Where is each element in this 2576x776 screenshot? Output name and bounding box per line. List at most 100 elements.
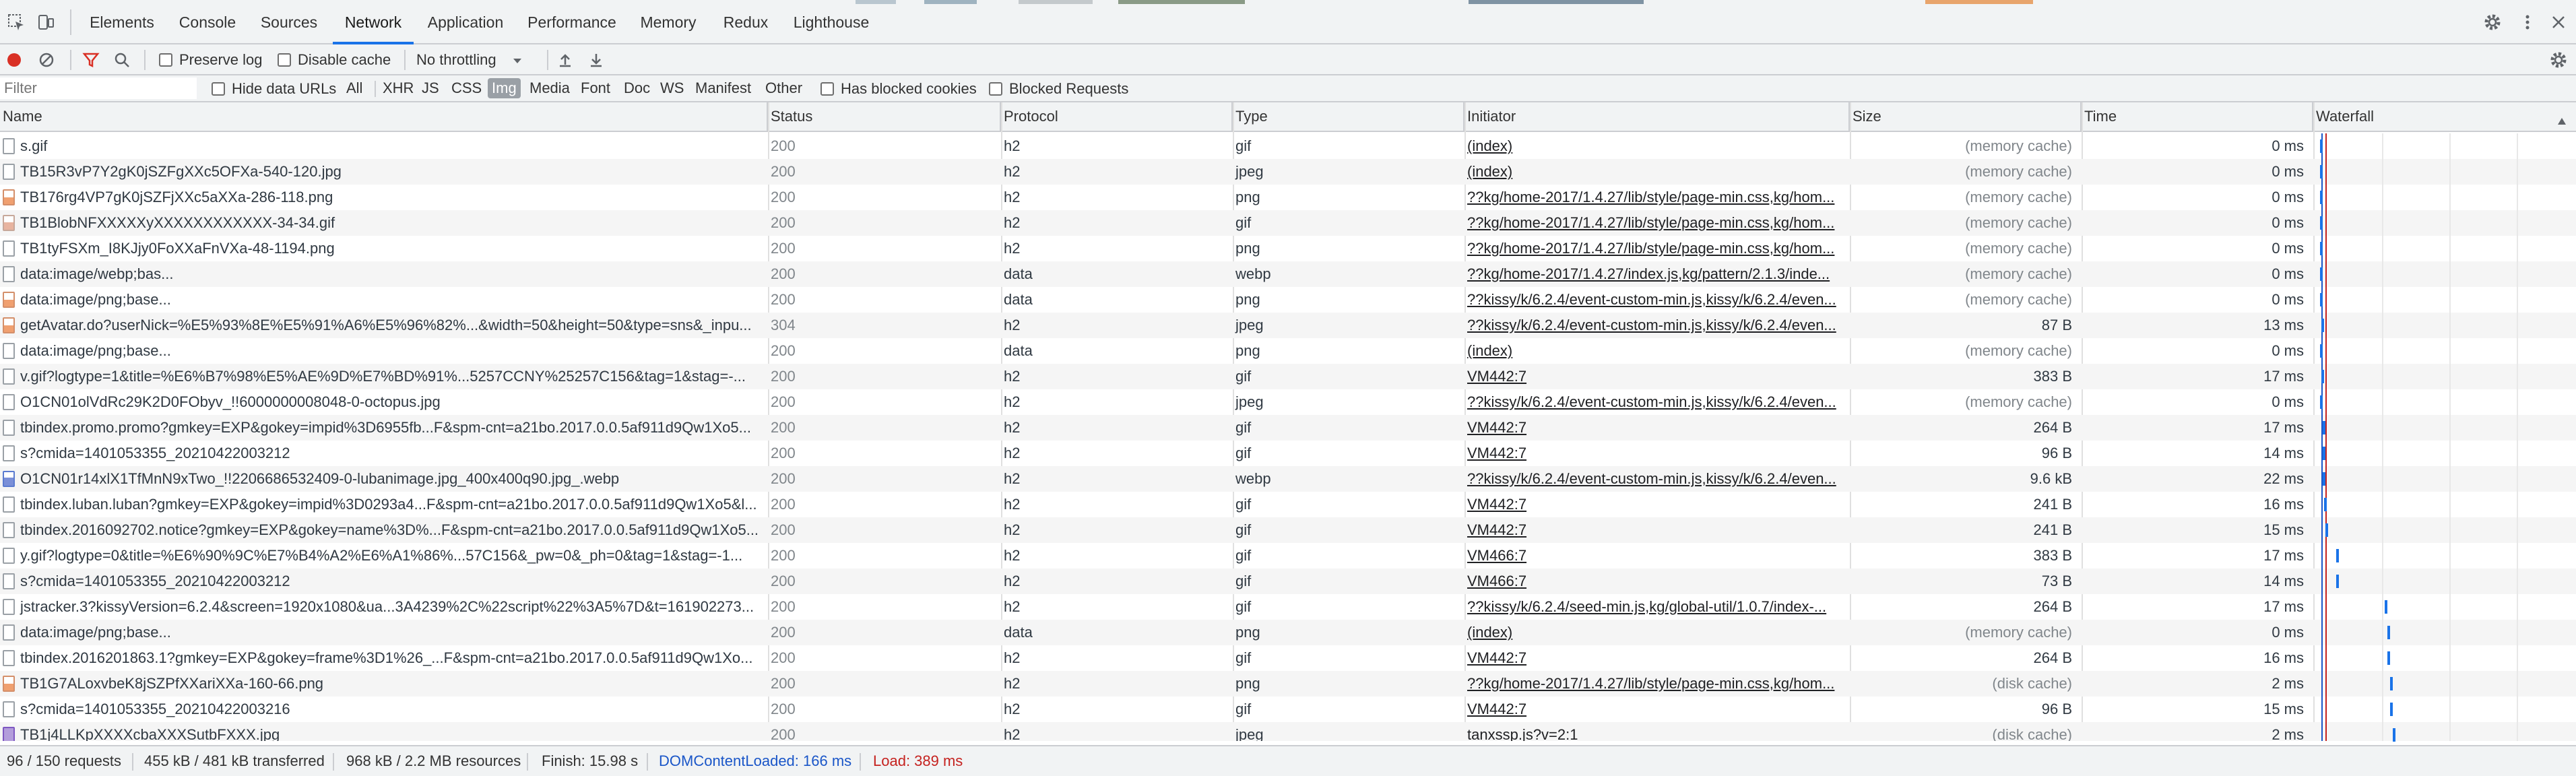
table-row[interactable]: s?cmida=1401053355_20210422003212 200 h2 gi… [0,569,2576,594]
table-row[interactable]: TB15R3vP7Y2gK0jSZFgXXc5OFXa-540-120.jpg 2… [0,159,2576,185]
table-row[interactable]: O1CN01olVdRc29K2D0FObyv_!!6000000008048-… [0,389,2576,415]
type-filter-css[interactable]: CSS [447,78,486,98]
tab-console[interactable]: Console [168,0,247,44]
table-row[interactable]: TB1j4LLKpXXXXcbaXXXSutbFXXX.jpg 200 h2 jpeg… [0,722,2576,741]
tab-sources[interactable]: Sources [252,0,326,44]
cell-name[interactable]: tbindex.promo.promo?gmkey=EXP&gokey=impi… [0,415,768,441]
cell-initiator[interactable]: VM442:7 [1464,517,1850,543]
cell-name[interactable]: s.gif [0,133,768,159]
checkbox-box[interactable] [159,53,172,67]
cell-initiator[interactable]: ??kissy/k/6.2.4/event-custom-min.js,kiss… [1464,287,1850,313]
cell-name[interactable]: data:image/png;base... [0,287,768,313]
column-header-status[interactable]: Status [768,102,1001,131]
disable-cache-checkbox[interactable]: Disable cache [278,44,391,75]
cell-initiator[interactable]: VM442:7 [1464,492,1850,517]
cell-initiator[interactable]: ??kg/home-2017/1.4.27/lib/style/page-min… [1464,210,1850,236]
cell-initiator[interactable]: ??kg/home-2017/1.4.27/lib/style/page-min… [1464,671,1850,697]
cell-initiator[interactable]: VM442:7 [1464,697,1850,722]
record-button[interactable] [5,44,23,75]
cell-name[interactable]: TB176rg4VP7gK0jSZFjXXc5aXXa-286-118.png [0,185,768,210]
settings-gear-icon[interactable] [2480,11,2505,34]
cell-name[interactable]: tbindex.2016201863.1?gmkey=EXP&gokey=fra… [0,645,768,671]
cell-initiator[interactable]: ??kg/home-2017/1.4.27/lib/style/page-min… [1464,236,1850,261]
type-filter-manifest[interactable]: Manifest [691,78,755,98]
preserve-log-checkbox[interactable]: Preserve log [159,44,263,75]
cell-initiator[interactable]: VM442:7 [1464,441,1850,466]
cell-name[interactable]: O1CN01olVdRc29K2D0FObyv_!!6000000008048-… [0,389,768,415]
type-filter-font[interactable]: Font [577,78,614,98]
column-header-waterfall[interactable]: Waterfall [2313,102,2576,131]
cell-initiator[interactable]: ??kissy/k/6.2.4/event-custom-min.js,kiss… [1464,313,1850,338]
cell-initiator[interactable]: VM466:7 [1464,569,1850,594]
cell-name[interactable]: v.gif?logtype=1&title=%E6%B7%98%E5%AE%9D… [0,364,768,389]
more-options-icon[interactable] [2515,11,2540,34]
table-row[interactable]: O1CN01r14xlX1TfMnN9xTwo_!!2206686532409-… [0,466,2576,492]
cell-name[interactable]: TB1G7ALoxvbeK8jSZPfXXariXXa-160-66.png [0,671,768,697]
type-filter-js[interactable]: JS [418,78,443,98]
cell-initiator[interactable]: VM442:7 [1464,415,1850,441]
inspect-element-icon[interactable] [4,11,28,34]
type-filter-all[interactable]: All [342,78,366,98]
has-blocked-cookies-checkbox[interactable]: Has blocked cookies [820,73,977,104]
table-row[interactable]: data:image/png;base... 200 data png ??kissy/… [0,287,2576,313]
table-row[interactable]: y.gif?logtype=0&title=%E6%90%9C%E7%B4%A2… [0,543,2576,569]
checkbox-box[interactable] [278,53,291,67]
cell-name[interactable]: TB1BlobNFXXXXXyXXXXXXXXXXXX-34-34.gif [0,210,768,236]
cell-initiator[interactable]: tanxssp.js?v=2:1 [1464,722,1850,741]
tab-application[interactable]: Application [420,0,511,44]
cell-name[interactable]: tbindex.luban.luban?gmkey=EXP&gokey=impi… [0,492,768,517]
cell-name[interactable]: s?cmida=1401053355_20210422003216 [0,697,768,722]
cell-name[interactable]: TB1tyFSXm_I8KJjy0FoXXaFnVXa-48-1194.png [0,236,768,261]
network-settings-icon[interactable] [2549,44,2568,75]
cell-name[interactable]: data:image/png;base... [0,620,768,645]
blocked-requests-checkbox[interactable]: Blocked Requests [989,73,1128,104]
column-header-time[interactable]: Time [2082,102,2313,131]
tab-network[interactable]: Network [333,0,414,44]
table-row[interactable]: TB176rg4VP7gK0jSZFjXXc5aXXa-286-118.png 2… [0,185,2576,210]
table-row[interactable]: TB1BlobNFXXXXXyXXXXXXXXXXXX-34-34.gif 200… [0,210,2576,236]
table-row[interactable]: TB1G7ALoxvbeK8jSZPfXXariXXa-160-66.png 20… [0,671,2576,697]
checkbox-box[interactable] [820,82,834,96]
checkbox-box[interactable] [212,82,225,96]
table-row[interactable]: tbindex.luban.luban?gmkey=EXP&gokey=impi… [0,492,2576,517]
table-row[interactable]: data:image/webp;bas... 200 data webp ??kg/ho… [0,261,2576,287]
clear-icon[interactable] [38,44,55,75]
cell-name[interactable]: s?cmida=1401053355_20210422003212 [0,569,768,594]
throttling-select[interactable]: No throttling [416,44,522,75]
type-filter-img[interactable]: Img [488,78,521,98]
column-header-protocol[interactable]: Protocol [1001,102,1233,131]
table-row[interactable]: s?cmida=1401053355_20210422003216 200 h2 gi… [0,697,2576,722]
cell-initiator[interactable]: VM442:7 [1464,364,1850,389]
cell-initiator[interactable]: ??kissy/k/6.2.4/event-custom-min.js,kiss… [1464,389,1850,415]
cell-initiator[interactable]: (index) [1464,159,1850,185]
table-row[interactable]: tbindex.promo.promo?gmkey=EXP&gokey=impi… [0,415,2576,441]
column-header-size[interactable]: Size [1850,102,2082,131]
search-icon[interactable] [113,44,131,75]
cell-name[interactable]: getAvatar.do?userNick=%E5%93%8E%E5%91%A6… [0,313,768,338]
cell-name[interactable]: jstracker.3?kissyVersion=6.2.4&screen=19… [0,594,768,620]
tab-performance[interactable]: Performance [521,0,622,44]
column-header-name[interactable]: Name [0,102,768,131]
cell-initiator[interactable]: (index) [1464,133,1850,159]
table-row[interactable]: s.gif 200 h2 gif (index) (memory cache) 0 ms [0,133,2576,159]
filter-icon[interactable] [82,44,100,75]
cell-initiator[interactable]: ??kg/home-2017/1.4.27/index.js,kg/patter… [1464,261,1850,287]
filter-input[interactable] [0,77,197,99]
type-filter-doc[interactable]: Doc [620,78,654,98]
table-row[interactable]: data:image/png;base... 200 data png (index) (… [0,338,2576,364]
table-row[interactable]: TB1tyFSXm_I8KJjy0FoXXaFnVXa-48-1194.png 2… [0,236,2576,261]
cell-initiator[interactable]: VM442:7 [1464,645,1850,671]
export-har-icon[interactable] [587,44,605,75]
cell-name[interactable]: s?cmida=1401053355_20210422003212 [0,441,768,466]
cell-name[interactable]: TB15R3vP7Y2gK0jSZFgXXc5OFXa-540-120.jpg [0,159,768,185]
tab-lighthouse[interactable]: Lighthouse [785,0,877,44]
table-row[interactable]: getAvatar.do?userNick=%E5%93%8E%E5%91%A6… [0,313,2576,338]
type-filter-ws[interactable]: WS [656,78,688,98]
sort-ascending-icon[interactable] [2557,112,2567,129]
cell-name[interactable]: TB1j4LLKpXXXXcbaXXXSutbFXXX.jpg [0,722,768,741]
table-row[interactable]: jstracker.3?kissyVersion=6.2.4&screen=19… [0,594,2576,620]
type-filter-other[interactable]: Other [761,78,806,98]
type-filter-media[interactable]: Media [525,78,574,98]
cell-name[interactable]: O1CN01r14xlX1TfMnN9xTwo_!!2206686532409-… [0,466,768,492]
checkbox-box[interactable] [989,82,1002,96]
